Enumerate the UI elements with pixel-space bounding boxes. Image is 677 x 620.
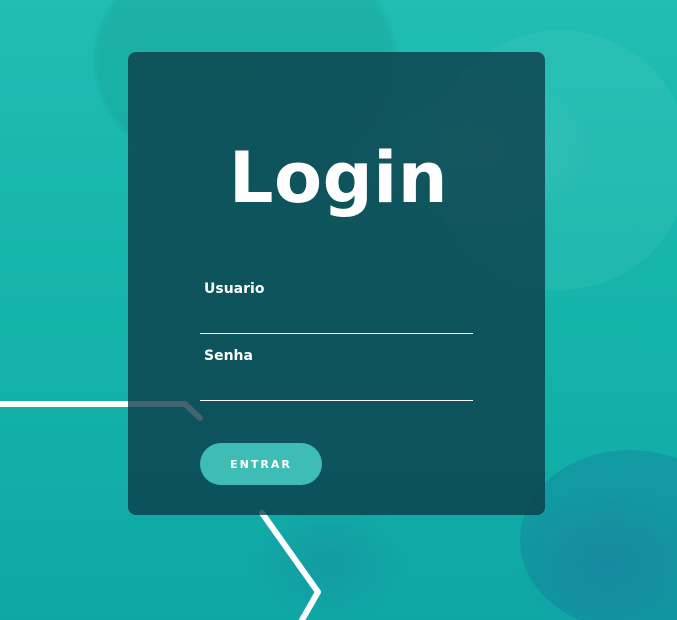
username-input[interactable] xyxy=(200,308,473,334)
username-label: Usuario xyxy=(204,281,265,297)
password-input[interactable] xyxy=(200,375,473,401)
login-card xyxy=(128,52,545,515)
enter-button[interactable]: ENTRAR xyxy=(200,443,322,485)
login-title: Login xyxy=(228,137,449,219)
password-label: Senha xyxy=(204,348,253,364)
